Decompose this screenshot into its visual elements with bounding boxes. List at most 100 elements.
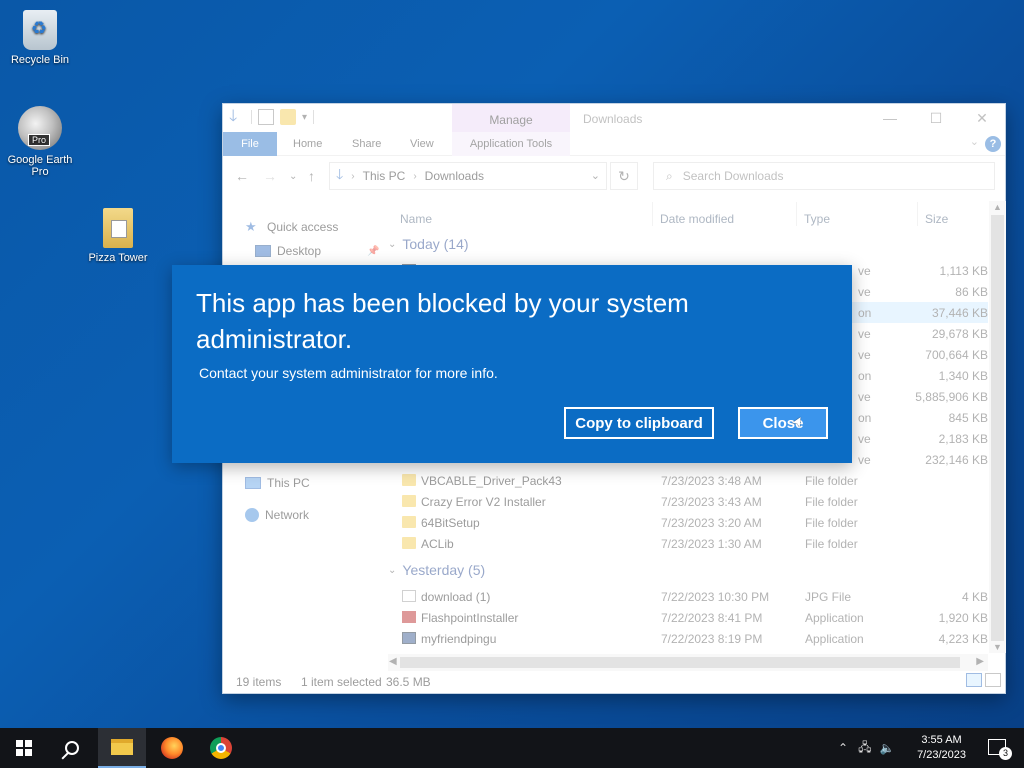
breadcrumb-downloads[interactable]: Downloads	[425, 169, 484, 183]
table-row[interactable]: FlashpointInstaller 7/22/2023 8:41 PM Ap…	[402, 607, 988, 628]
notification-center-button[interactable]: 3	[988, 739, 1012, 760]
row-size: 4 KB	[961, 590, 988, 604]
breadcrumb-this-pc[interactable]: This PC	[363, 169, 406, 183]
row-size: 86 KB	[955, 285, 988, 299]
chevron-down-icon[interactable]: ⌄	[591, 169, 600, 182]
divider	[917, 202, 918, 226]
forward-arrow-icon[interactable]: →	[263, 168, 277, 184]
chevron-right-icon: ›	[351, 170, 355, 182]
tab-file[interactable]: File	[223, 132, 277, 156]
properties-icon[interactable]	[258, 109, 274, 125]
folder-icon	[402, 537, 416, 549]
pro-badge: Pro	[28, 134, 51, 146]
row-size: 700,664 KB	[925, 348, 988, 362]
column-header-size[interactable]: Size	[925, 212, 948, 226]
folder-icon	[402, 474, 416, 486]
search-input[interactable]: ⌕ Search Downloads	[653, 162, 995, 190]
table-row[interactable]: Crazy Error V2 Installer 7/23/2023 3:43 …	[402, 491, 988, 512]
help-icon[interactable]: ?	[985, 136, 1001, 152]
desktop-icon-recycle-bin[interactable]: Recycle Bin	[0, 10, 80, 66]
recent-locations-icon[interactable]: ⌄	[289, 171, 297, 182]
image-file-icon	[402, 590, 416, 602]
row-name: VBCABLE_Driver_Pack43	[421, 474, 562, 488]
maximize-button[interactable]: ☐	[913, 104, 959, 132]
column-header-type[interactable]: Type	[804, 212, 830, 226]
minimize-button[interactable]: —	[867, 104, 913, 132]
nav-item-this-pc[interactable]: This PC	[245, 476, 310, 490]
download-arrow-icon[interactable]: 🡓	[229, 109, 245, 125]
copy-to-clipboard-button[interactable]: Copy to clipboard	[564, 407, 714, 439]
scroll-left-icon[interactable]: ◀	[389, 656, 397, 667]
scroll-up-icon[interactable]: ▲	[993, 202, 1002, 212]
divider	[313, 110, 315, 124]
expand-ribbon-icon[interactable]: ⌄	[970, 135, 979, 148]
start-button[interactable]	[0, 728, 48, 768]
customize-qat-icon[interactable]: ▾	[302, 112, 307, 123]
group-header-yesterday[interactable]: ⌄ Yesterday (5)	[388, 562, 485, 578]
clock-date: 7/23/2023	[917, 749, 966, 761]
address-bar[interactable]: 🡓 › This PC › Downloads ⌄	[329, 162, 607, 190]
taskbar-search-button[interactable]	[48, 728, 96, 768]
row-size: 4,223 KB	[938, 632, 988, 646]
table-row[interactable]: ACLib 7/23/2023 1:30 AM File folder	[402, 533, 988, 554]
nav-item-desktop[interactable]: Desktop	[255, 244, 321, 258]
tab-share[interactable]: Share	[352, 132, 381, 156]
star-icon: ★	[245, 219, 257, 234]
column-header-name[interactable]: Name	[400, 212, 432, 226]
row-name: download (1)	[421, 590, 491, 604]
table-row[interactable]: 64BitSetup 7/23/2023 3:20 AM File folder	[402, 512, 988, 533]
new-folder-icon[interactable]	[280, 109, 296, 125]
group-label: Yesterday (5)	[402, 562, 486, 578]
scroll-down-icon[interactable]: ▼	[993, 642, 1002, 652]
row-type: ve	[858, 285, 871, 299]
row-size: 1,113 KB	[939, 264, 988, 278]
group-header-today[interactable]: ⌄ Today (14)	[388, 236, 469, 252]
taskbar-chrome[interactable]	[197, 728, 245, 768]
desktop-icon-pizza-tower[interactable]: Pizza Tower	[78, 208, 158, 264]
details-view-icon[interactable]	[966, 673, 982, 687]
desktop-icon-label: Recycle Bin	[10, 54, 70, 66]
search-icon	[65, 741, 79, 755]
tab-home[interactable]: Home	[293, 132, 322, 156]
row-date: 7/22/2023 8:19 PM	[661, 632, 763, 646]
desktop-icon-google-earth[interactable]: Pro Google Earth Pro	[0, 106, 80, 178]
row-date: 7/23/2023 3:48 AM	[661, 474, 762, 488]
tab-application-tools[interactable]: Application Tools	[452, 132, 570, 156]
dialog-title: This app has been blocked by your system…	[196, 288, 689, 354]
horizontal-scrollbar[interactable]: ◀ ▶	[388, 654, 988, 671]
tab-view[interactable]: View	[410, 132, 434, 156]
row-size: 37,446 KB	[931, 306, 988, 320]
nav-item-quick-access[interactable]: ★ Quick access	[245, 219, 338, 235]
close-window-button[interactable]: ✕	[959, 104, 1005, 132]
table-row[interactable]: download (1) 7/22/2023 10:30 PM JPG File…	[402, 586, 988, 607]
tab-manage[interactable]: Manage	[452, 104, 570, 132]
large-icons-view-icon[interactable]	[985, 673, 1001, 687]
row-date: 7/23/2023 3:20 AM	[661, 516, 762, 530]
scroll-right-icon[interactable]: ▶	[976, 656, 984, 667]
chevron-right-icon: ›	[413, 170, 417, 182]
table-row[interactable]: VBCABLE_Driver_Pack43 7/23/2023 3:48 AM …	[402, 470, 988, 491]
refresh-button[interactable]: ↻	[610, 162, 638, 190]
taskbar-firefox[interactable]	[148, 728, 196, 768]
row-type: Application	[805, 632, 864, 646]
chevron-up-icon[interactable]: ⌃	[838, 741, 848, 755]
scroll-thumb[interactable]	[991, 215, 1004, 641]
google-earth-icon: Pro	[18, 106, 62, 150]
close-button[interactable]: Close	[738, 407, 828, 439]
quick-access-toolbar: 🡓 ▾	[229, 109, 315, 125]
address-bar-row: ← → ⌄ ↑ 🡓 › This PC › Downloads ⌄ ↻ ⌕ Se…	[223, 156, 1005, 196]
row-size: 1,920 KB	[938, 611, 988, 625]
vertical-scrollbar[interactable]: ▲ ▼	[989, 201, 1006, 653]
folder-icon	[402, 516, 416, 528]
row-type: ve	[858, 432, 871, 446]
scroll-thumb[interactable]	[400, 657, 960, 668]
network-icon[interactable]: 🖧	[858, 738, 871, 759]
nav-item-network[interactable]: Network	[245, 508, 309, 522]
volume-icon[interactable]: 🔈	[879, 741, 894, 755]
up-arrow-icon[interactable]: ↑	[308, 168, 315, 184]
column-header-date[interactable]: Date modified	[660, 212, 734, 226]
clock[interactable]: 3:55 AM 7/23/2023	[917, 733, 966, 763]
table-row[interactable]: myfriendpingu 7/22/2023 8:19 PM Applicat…	[402, 628, 988, 649]
taskbar-file-explorer[interactable]	[98, 728, 146, 768]
back-arrow-icon[interactable]: ←	[235, 168, 249, 184]
